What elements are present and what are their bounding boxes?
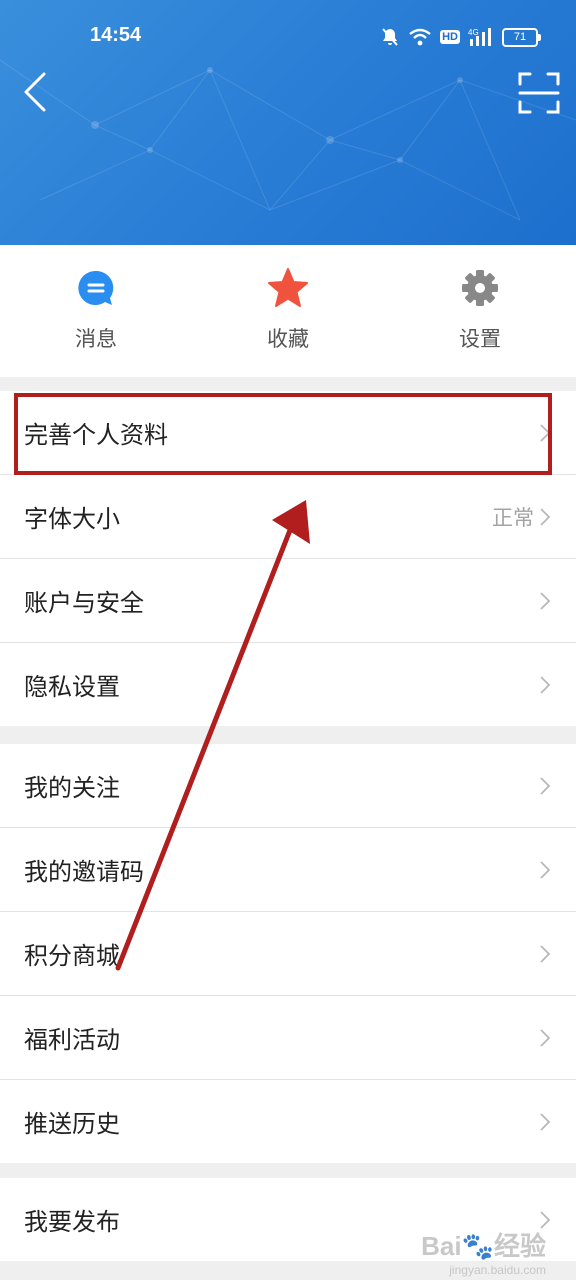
signal-icon: 4G: [468, 28, 491, 46]
status-time: 14:54: [90, 24, 142, 46]
status-icons: HD 4G 71: [380, 24, 541, 50]
chevron-right-icon: [540, 591, 550, 610]
chevron-right-icon: [540, 860, 550, 879]
watermark-url: jingyan.baidu.com: [449, 1263, 546, 1277]
menu-item-label: 积分商城: [24, 942, 120, 970]
menu-item-my-follows[interactable]: 我的关注: [0, 744, 576, 828]
chevron-right-icon: [540, 423, 550, 442]
chevron-right-icon: [540, 675, 550, 694]
chevron-right-icon: [540, 507, 550, 526]
menu-item-account-security[interactable]: 账户与安全: [0, 559, 576, 643]
menu-item-complete-profile[interactable]: 完善个人资料: [0, 391, 576, 475]
scan-button[interactable]: [518, 72, 560, 114]
message-icon: [78, 270, 114, 305]
menu-item-push-history[interactable]: 推送历史: [0, 1080, 576, 1163]
menu-item-label: 福利活动: [24, 1026, 120, 1054]
menu-item-label: 我的邀请码: [24, 858, 144, 886]
gear-icon: [462, 270, 498, 306]
quick-actions-bar: 消息 收藏 设置: [0, 245, 576, 377]
mute-bell-icon: [382, 28, 398, 46]
back-button[interactable]: [22, 70, 52, 114]
paw-icon: 🐾: [461, 1231, 494, 1261]
menu-group-activity: 我的关注 我的邀请码 积分商城 福利活动 推送历史: [0, 744, 576, 1163]
messages-label: 消息: [75, 327, 117, 351]
star-icon: [268, 268, 308, 307]
menu-item-label: 账户与安全: [24, 589, 144, 617]
menu-item-invite-code[interactable]: 我的邀请码: [0, 828, 576, 912]
watermark-text: Bai: [421, 1231, 462, 1261]
menu-item-font-size[interactable]: 字体大小 正常: [0, 475, 576, 559]
svg-text:4G: 4G: [468, 28, 479, 37]
menu-item-label: 我的关注: [24, 774, 120, 802]
wifi-icon: [409, 28, 431, 46]
battery-indicator: 71: [502, 27, 541, 47]
profile-header: 14:54 HD 4G 71: [0, 0, 576, 245]
hd-badge: HD: [440, 30, 460, 44]
messages-button[interactable]: 消息: [0, 245, 192, 377]
baidu-watermark: Bai🐾经验 jingyan.baidu.com: [421, 1226, 546, 1277]
menu-item-welfare[interactable]: 福利活动: [0, 996, 576, 1080]
settings-button[interactable]: 设置: [384, 245, 576, 377]
chevron-right-icon: [540, 1028, 550, 1047]
menu-item-label: 推送历史: [24, 1110, 120, 1138]
menu-group-account: 完善个人资料 字体大小 正常 账户与安全 隐私设置: [0, 391, 576, 726]
menu-item-privacy[interactable]: 隐私设置: [0, 643, 576, 726]
watermark-suffix: 经验: [493, 1231, 546, 1261]
menu-item-points-mall[interactable]: 积分商城: [0, 912, 576, 996]
menu-item-label: 完善个人资料: [24, 421, 168, 449]
chevron-right-icon: [540, 1112, 550, 1131]
favorites-button[interactable]: 收藏: [192, 245, 384, 377]
settings-label: 设置: [459, 327, 501, 351]
menu-item-label: 隐私设置: [24, 673, 120, 701]
chevron-right-icon: [540, 776, 550, 795]
favorites-label: 收藏: [267, 327, 309, 351]
font-size-value: 正常: [492, 505, 534, 530]
chevron-right-icon: [540, 944, 550, 963]
menu-item-label: 字体大小: [24, 505, 120, 533]
